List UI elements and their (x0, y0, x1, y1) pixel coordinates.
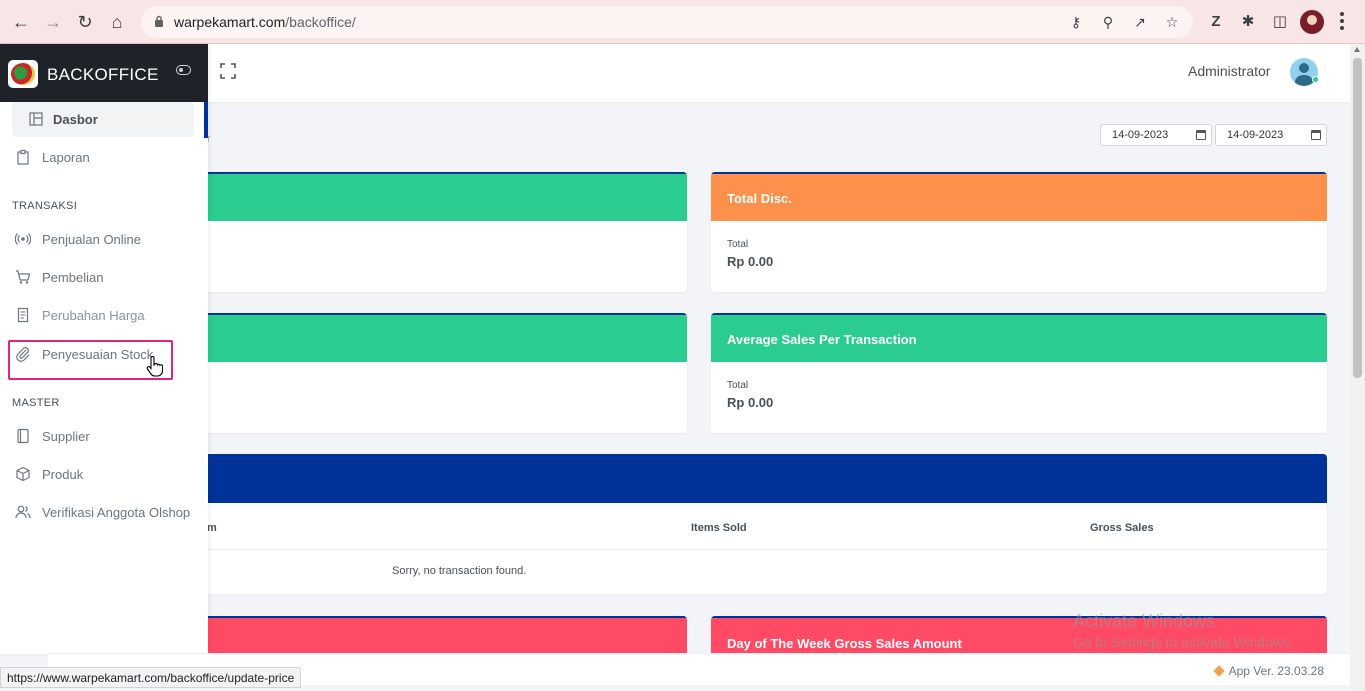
address-url: warpekamart.com/backoffice/ (174, 14, 356, 30)
side-panel-icon[interactable]: ◫ (1269, 11, 1291, 33)
user-name[interactable]: Administrator (1188, 63, 1270, 79)
box-icon (16, 466, 30, 482)
users-icon (15, 505, 31, 519)
app-version: App Ver. 23.03.28 (1212, 664, 1324, 678)
sidebar-toggle-icon[interactable] (176, 65, 191, 75)
card-value: Rp 0.00 (727, 395, 774, 410)
card-label: Total (727, 239, 749, 250)
sidebar-item-label: Verifikasi Anggota Olshop (42, 505, 191, 520)
link-preview-status: https://www.warpekamart.com/backoffice/u… (0, 667, 302, 688)
bookmark-star-icon[interactable]: ☆ (1163, 13, 1181, 31)
sidebar-item-perubahan-harga[interactable]: Perubahan Harga (12, 299, 202, 331)
card-value: Rp 0.00 (727, 254, 774, 269)
forward-arrow-icon[interactable]: → (42, 11, 64, 33)
sidebar-item-label: Perubahan Harga (42, 308, 145, 323)
sidebar-item-label: Produk (42, 467, 84, 482)
address-bar[interactable]: warpekamart.com/backoffice/ ⚷ ⚲ ↗ ☆ (141, 6, 1193, 38)
receipt-icon (17, 307, 29, 323)
card-header (180, 313, 687, 362)
scroll-up-arrow-icon[interactable] (1354, 47, 1360, 52)
sidebar-item-verifikasi-anggota-olshop[interactable]: Verifikasi Anggota Olshop (12, 496, 202, 528)
zoom-icon[interactable]: ⚲ (1099, 13, 1117, 31)
calendar-icon (1196, 130, 1206, 140)
scroll-thumb[interactable] (1353, 58, 1362, 378)
brand-logo[interactable] (8, 60, 38, 88)
sales-table-card: m Items Sold Gross Sales Sorry, no trans… (180, 454, 1327, 594)
total-disc-card: Total Disc. Total Rp 0.00 (711, 172, 1327, 292)
card-header: Average Sales Per Transaction (711, 313, 1327, 362)
sidebar: BACKOFFICE Dasbor Laporan TRANSAKSI Penj… (0, 44, 208, 654)
key-icon[interactable]: ⚷ (1067, 13, 1085, 31)
home-icon[interactable]: ⌂ (106, 11, 128, 33)
browser-menu-icon[interactable] (1340, 12, 1344, 30)
online-status-dot (1312, 76, 1319, 83)
puzzle-extensions-icon[interactable]: ✱ (1237, 11, 1259, 33)
avg-sales-card: Average Sales Per Transaction Total Rp 0… (711, 313, 1327, 433)
card-header (180, 454, 1327, 503)
book-icon (17, 428, 29, 444)
table-header-gross-sales: Gross Sales (1090, 522, 1154, 534)
hand-cursor-icon (146, 356, 164, 377)
cart-icon (16, 270, 31, 284)
page-scrollbar[interactable] (1350, 44, 1365, 691)
card-label: Total (727, 380, 749, 391)
extension-z-icon[interactable]: Z (1205, 11, 1227, 33)
card-header: Total Disc. (711, 172, 1327, 221)
share-icon[interactable]: ↗ (1131, 13, 1149, 31)
calendar-icon (1311, 130, 1321, 140)
sidebar-item-penjualan-online[interactable]: Penjualan Online (12, 223, 202, 255)
table-divider (180, 549, 1327, 550)
sidebar-item-label: Supplier (42, 429, 90, 444)
brand-title[interactable]: BACKOFFICE (47, 65, 159, 85)
sidebar-item-produk[interactable]: Produk (12, 458, 202, 490)
card-header (180, 172, 687, 221)
layers-icon (1212, 665, 1225, 677)
sidebar-item-label: Dasbor (53, 112, 98, 127)
sidebar-item-dasbor[interactable]: Dasbor (12, 102, 194, 137)
reload-icon[interactable]: ↻ (74, 11, 96, 33)
section-title-master: MASTER (12, 397, 60, 409)
browser-toolbar: ← → ↻ ⌂ warpekamart.com/backoffice/ ⚷ ⚲ … (0, 0, 1365, 44)
table-header-items-sold: Items Sold (691, 522, 747, 534)
table-empty-message: Sorry, no transaction found. (392, 565, 527, 577)
date-to-input[interactable]: 14-09-2023 (1215, 124, 1327, 146)
summary-card-1 (180, 172, 687, 292)
sidebar-item-supplier[interactable]: Supplier (12, 420, 202, 452)
sidebar-item-label: Pembelian (42, 270, 104, 285)
sidebar-item-label: Penjualan Online (42, 232, 142, 247)
summary-card-3 (180, 313, 687, 433)
windows-activation-watermark: Activate Windows Go to Settings to activ… (1073, 611, 1294, 650)
browser-profile-avatar[interactable] (1300, 10, 1324, 34)
brand-bar: BACKOFFICE (0, 44, 208, 102)
broadcast-icon (15, 233, 31, 245)
section-title-transaksi: TRANSAKSI (12, 200, 78, 212)
sidebar-item-label: Laporan (42, 150, 90, 165)
clipboard-icon (17, 149, 29, 165)
back-arrow-icon[interactable]: ← (10, 11, 32, 33)
date-from-input[interactable]: 14-09-2023 (1100, 124, 1212, 146)
fullscreen-icon[interactable] (219, 62, 237, 80)
active-indicator (204, 102, 208, 138)
lock-icon (155, 15, 163, 27)
sidebar-item-laporan[interactable]: Laporan (12, 141, 202, 173)
dashboard-icon (29, 112, 43, 126)
table-header-item: m (207, 522, 217, 534)
sidebar-item-pembelian[interactable]: Pembelian (12, 261, 202, 293)
